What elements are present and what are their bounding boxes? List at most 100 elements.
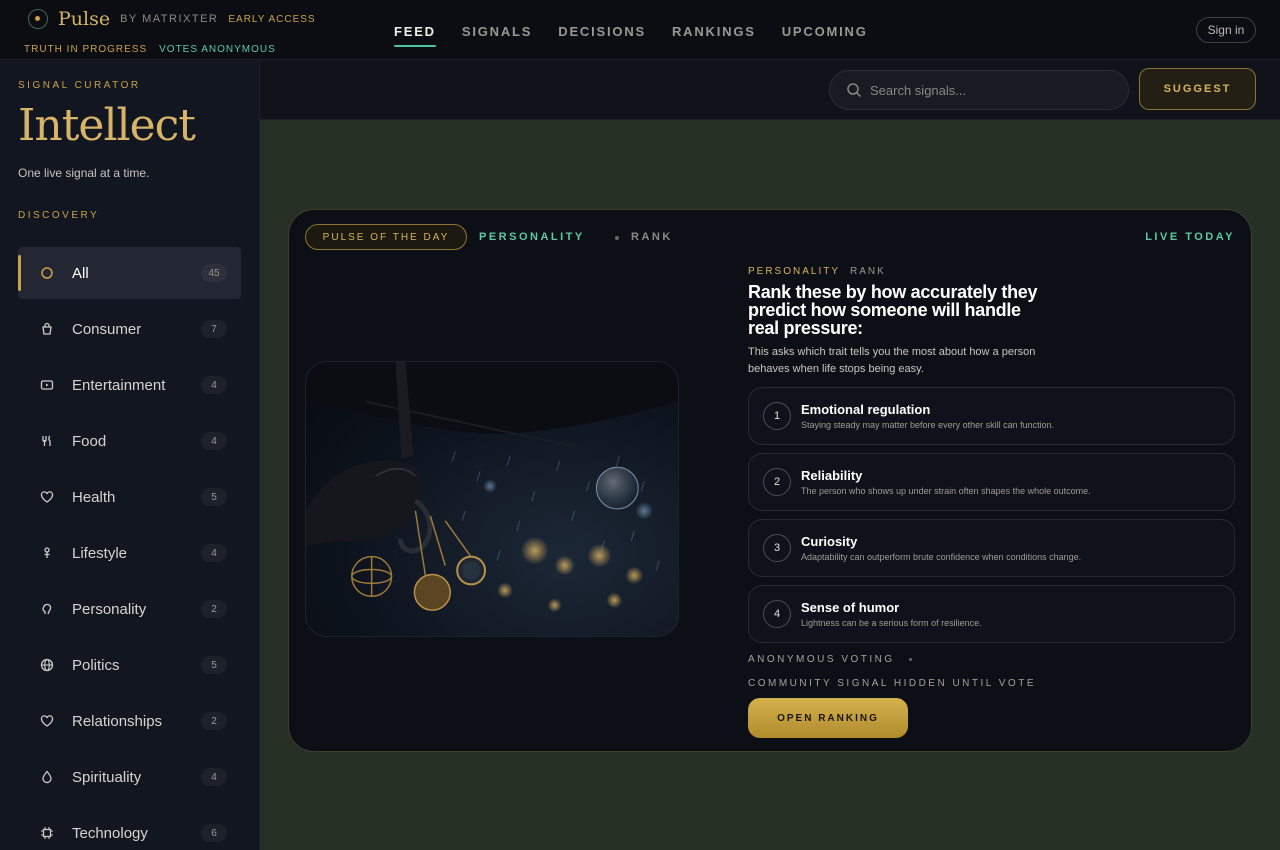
sidebar-item-label: Entertainment (72, 376, 166, 394)
option-number: 1 (763, 402, 791, 430)
sidebar-item-count: 7 (201, 320, 227, 338)
option-subtitle: The person who shows up under strain oft… (801, 486, 1091, 496)
card-image (305, 361, 679, 637)
sidebar-item-food[interactable]: Food 4 (18, 415, 241, 467)
sidebar-item-label: Food (72, 432, 107, 450)
sidebar-item-count: 4 (201, 432, 227, 450)
option-sense-of-humor[interactable]: 4 Sense of humor Lightness can be a seri… (748, 585, 1235, 643)
separator-dot (615, 236, 619, 240)
sidebar-item-count: 5 (201, 656, 227, 674)
sign-in-button[interactable]: Sign in (1196, 17, 1256, 43)
brand-by: BY MATRIXTER (120, 13, 219, 25)
option-title: Emotional regulation (801, 402, 931, 417)
meta-mode: RANK (850, 266, 886, 277)
sidebar-item-spirituality[interactable]: Spirituality 4 (18, 751, 241, 803)
sidebar-item-label: Lifestyle (72, 544, 128, 562)
search-box[interactable] (829, 70, 1129, 110)
main-content: SUGGEST PULSE OF THE DAY PERSONALITY RAN… (260, 60, 1280, 850)
sidebar-item-count: 6 (201, 824, 227, 842)
option-curiosity[interactable]: 3 Curiosity Adaptability can outperform … (748, 519, 1235, 577)
discovery-heading: DISCOVERY (18, 210, 100, 221)
sidebar-item-health[interactable]: Health 5 (18, 471, 241, 523)
category-list: All 45 Consumer 7 Entertainment 4 Food 4… (18, 247, 241, 850)
sidebar-item-count: 2 (201, 600, 227, 618)
question-description: This asks which trait tells you the most… (748, 346, 1036, 375)
utensils-icon (38, 432, 56, 450)
option-reliability[interactable]: 2 Reliability The person who shows up un… (748, 453, 1235, 511)
sidebar-kicker: SIGNAL CURATOR (18, 80, 141, 91)
main-nav: FEED SIGNALS DECISIONS RANKINGS UPCOMING (394, 24, 868, 47)
sidebar-item-label: Relationships (72, 712, 163, 730)
votes-tagline: VOTES ANONYMOUS (159, 44, 276, 55)
sidebar-item-all[interactable]: All 45 (18, 247, 241, 299)
nav-upcoming[interactable]: UPCOMING (782, 24, 868, 39)
option-number: 3 (763, 534, 791, 562)
sidebar-item-label: Consumer (72, 320, 142, 338)
option-title: Curiosity (801, 534, 858, 549)
sidebar-item-technology[interactable]: Technology 6 (18, 807, 241, 850)
open-ranking-button[interactable]: OPEN RANKING (748, 698, 908, 738)
sidebar-title: Intellect (18, 100, 196, 151)
sidebar-item-relationships[interactable]: Relationships 2 (18, 695, 241, 747)
truth-tagline: TRUTH IN PROGRESS (24, 44, 148, 55)
pulse-of-the-day-badge: PULSE OF THE DAY (305, 224, 467, 250)
sidebar-item-lifestyle[interactable]: Lifestyle 4 (18, 527, 241, 579)
early-access-badge: EARLY ACCESS (228, 13, 316, 25)
live-today-label: LIVE TODAY (1145, 231, 1235, 243)
sidebar: SIGNAL CURATOR Intellect One live signal… (0, 60, 260, 850)
brain-icon (38, 600, 56, 618)
brand[interactable]: Pulse BY MATRIXTER EARLY ACCESS (28, 8, 316, 30)
sidebar-item-count: 5 (201, 488, 227, 506)
anonymous-voting-label: ANONYMOUS VOTING (748, 654, 912, 665)
voting-text: ANONYMOUS VOTING (748, 654, 895, 665)
nav-signals[interactable]: SIGNALS (462, 24, 532, 39)
sidebar-item-label: Politics (72, 656, 120, 674)
play-icon (38, 376, 56, 394)
heart-icon (38, 488, 56, 506)
sidebar-tagline: One live signal at a time. (18, 166, 150, 180)
sidebar-item-entertainment[interactable]: Entertainment 4 (18, 359, 241, 411)
sidebar-item-label: Personality (72, 600, 147, 618)
card-mode: RANK (631, 231, 673, 243)
nav-decisions[interactable]: DECISIONS (558, 24, 646, 39)
question-meta: PERSONALITY RANK (748, 266, 886, 277)
sidebar-item-personality[interactable]: Personality 2 (18, 583, 241, 635)
pulse-logo-icon (28, 9, 48, 29)
sidebar-item-count: 4 (201, 376, 227, 394)
sidebar-item-politics[interactable]: Politics 5 (18, 639, 241, 691)
toolbar: SUGGEST (260, 60, 1280, 120)
option-number: 2 (763, 468, 791, 496)
globe-icon (38, 656, 56, 674)
nav-feed[interactable]: FEED (394, 24, 436, 47)
option-subtitle: Staying steady may matter before every o… (801, 420, 1055, 430)
suggest-button[interactable]: SUGGEST (1139, 68, 1256, 110)
option-text: Curiosity Adaptability can outperform br… (801, 534, 1081, 562)
sidebar-item-count: 4 (201, 768, 227, 786)
meta-category: PERSONALITY (748, 266, 841, 277)
top-bar: Pulse BY MATRIXTER EARLY ACCESS TRUTH IN… (0, 0, 1280, 60)
option-number: 4 (763, 600, 791, 628)
brand-taglines: TRUTH IN PROGRESS VOTES ANONYMOUS (24, 44, 276, 55)
sidebar-item-consumer[interactable]: Consumer 7 (18, 303, 241, 355)
search-icon (847, 83, 862, 98)
flame-icon (38, 768, 56, 786)
circle-icon (38, 264, 56, 282)
option-text: Emotional regulation Staying steady may … (801, 402, 1054, 430)
option-title: Sense of humor (801, 600, 900, 615)
question-title: Rank these by how accurately they predic… (748, 282, 1038, 338)
sidebar-item-count: 45 (201, 264, 227, 282)
sidebar-item-count: 2 (201, 712, 227, 730)
sidebar-item-count: 4 (201, 544, 227, 562)
nav-rankings[interactable]: RANKINGS (672, 24, 756, 39)
option-title: Reliability (801, 468, 863, 483)
chip-icon (38, 824, 56, 842)
community-signal-note: COMMUNITY SIGNAL HIDDEN UNTIL VOTE (748, 678, 1036, 689)
option-text: Sense of humor Lightness can be a seriou… (801, 600, 982, 628)
card-category[interactable]: PERSONALITY (479, 231, 585, 243)
sidebar-item-label: Health (72, 488, 116, 506)
option-emotional-regulation[interactable]: 1 Emotional regulation Staying steady ma… (748, 387, 1235, 445)
shopping-bag-icon (38, 320, 56, 338)
option-subtitle: Adaptability can outperform brute confid… (801, 552, 1082, 562)
search-input[interactable] (870, 82, 1100, 98)
sidebar-item-label: All (72, 264, 89, 282)
